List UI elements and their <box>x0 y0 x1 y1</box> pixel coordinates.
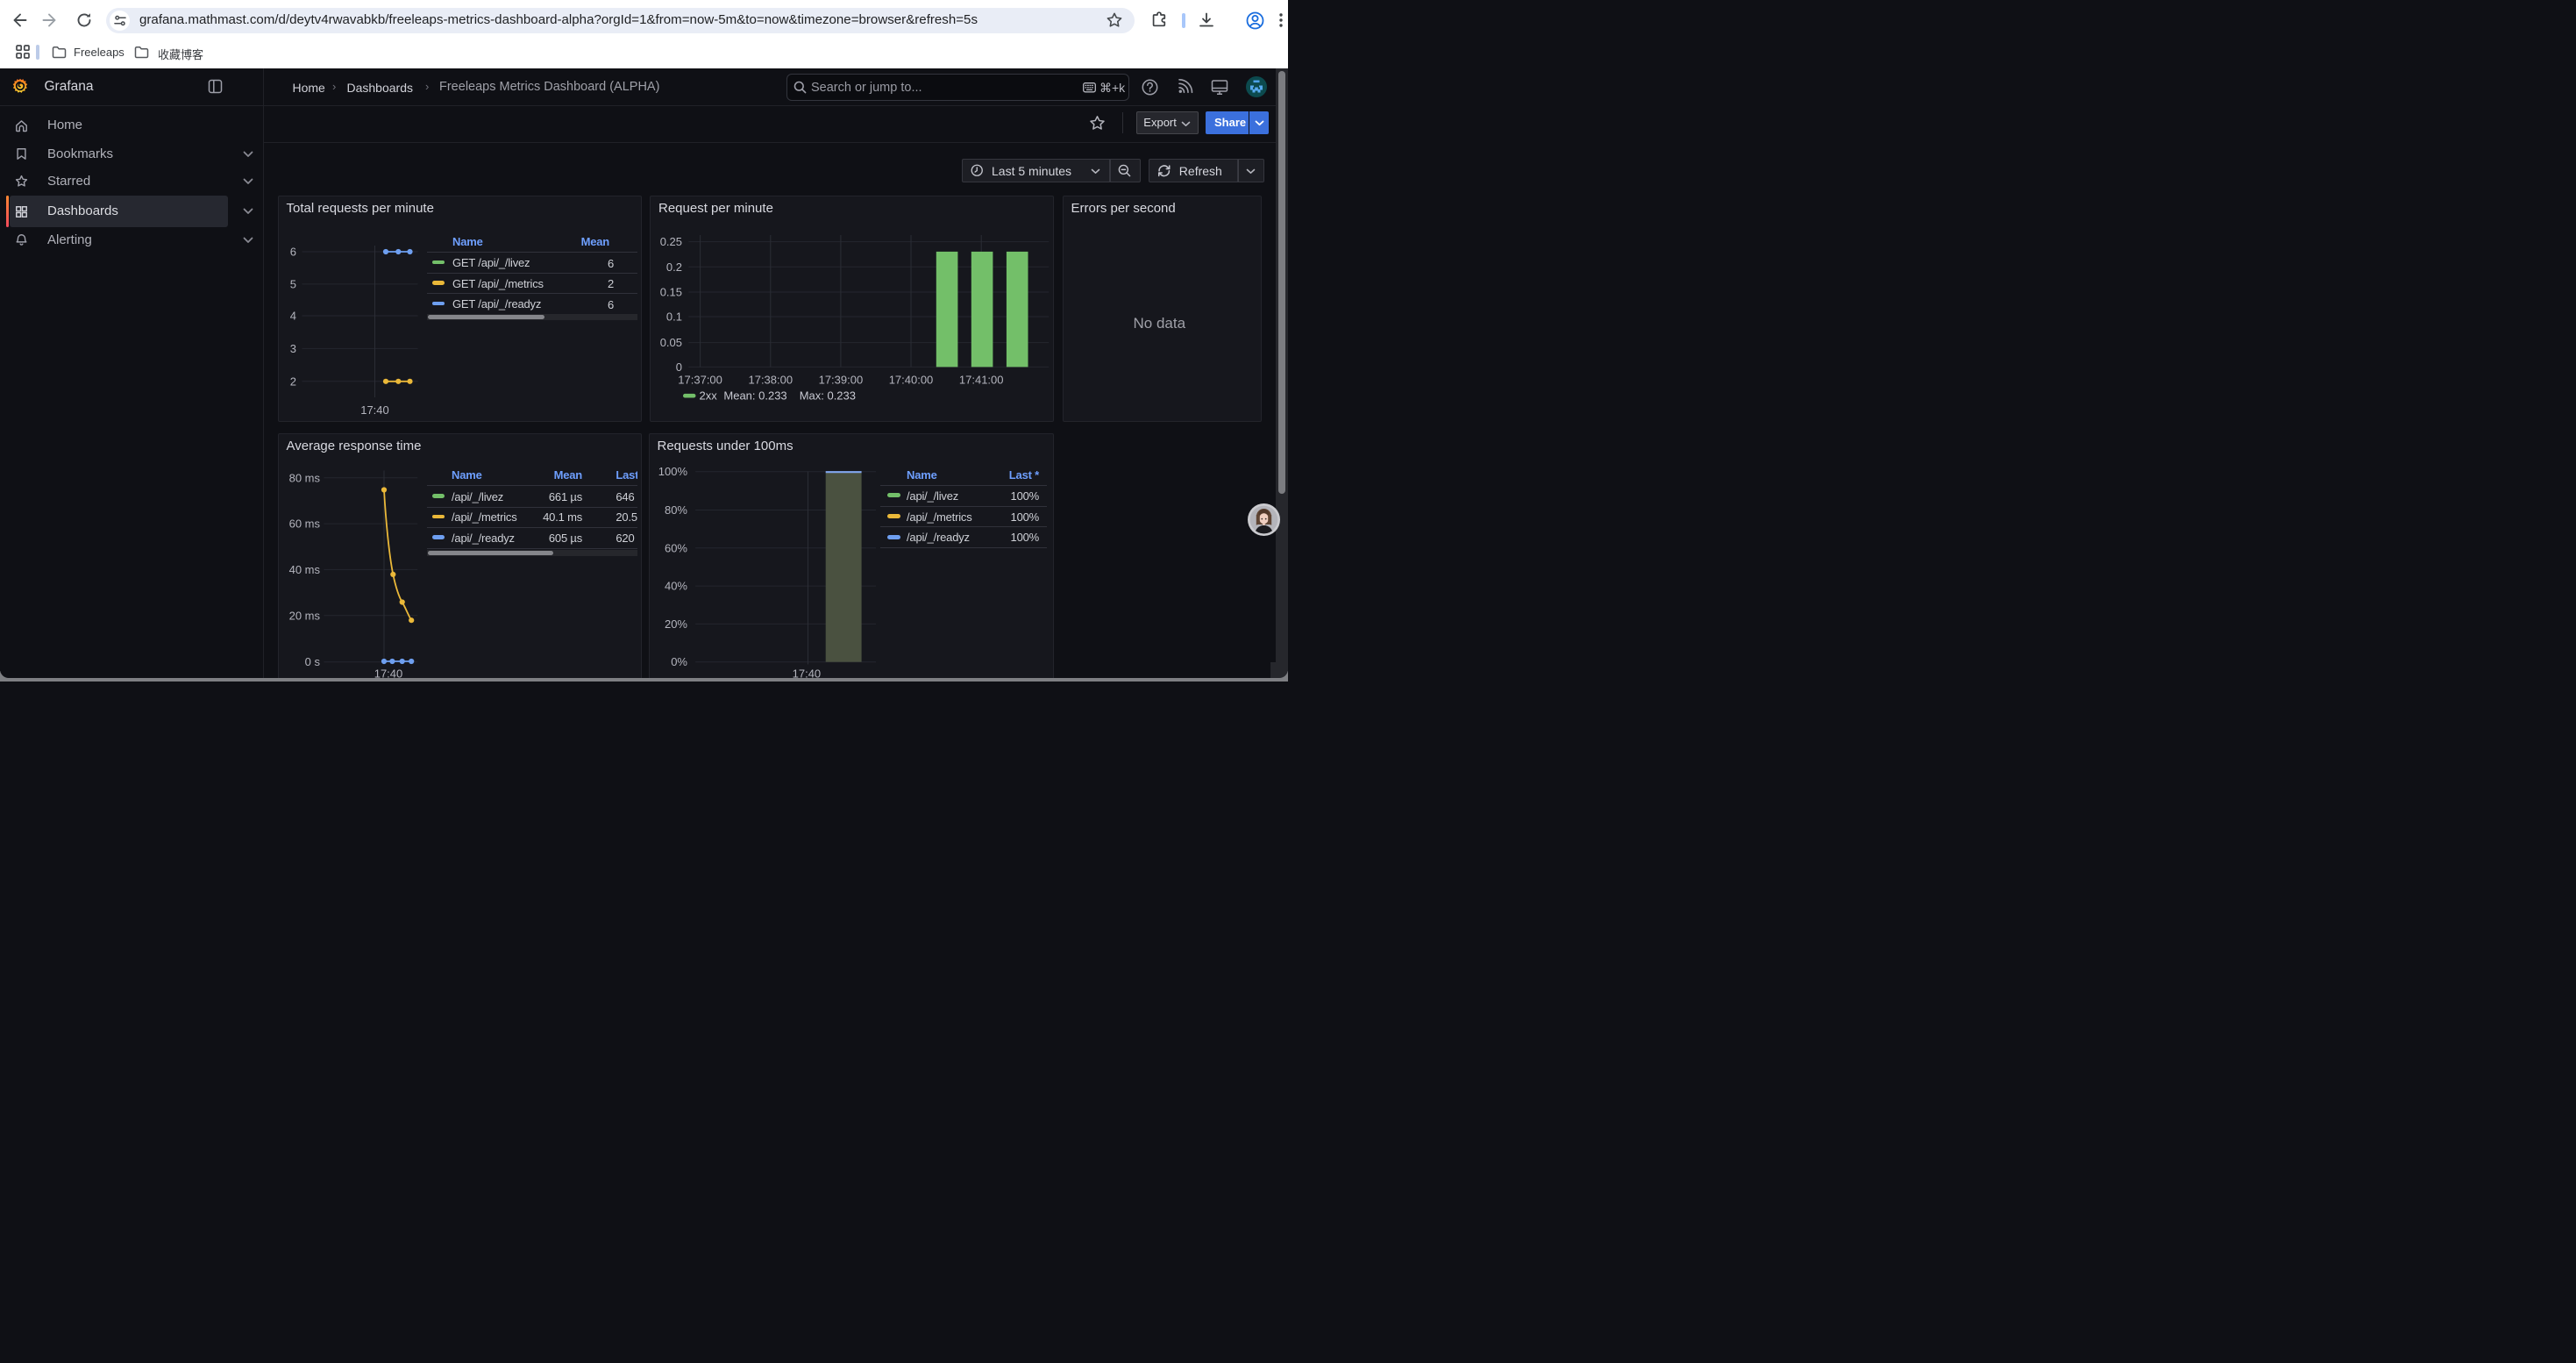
svg-text:4: 4 <box>289 310 295 323</box>
svg-text:40%: 40% <box>664 579 687 592</box>
svg-text:17:41:00: 17:41:00 <box>959 373 1004 386</box>
svg-text:17:37:00: 17:37:00 <box>678 373 722 386</box>
svg-text:0.05: 0.05 <box>660 336 682 349</box>
svg-text:0.2: 0.2 <box>666 260 682 274</box>
svg-text:0.1: 0.1 <box>666 310 682 324</box>
svg-text:Mean: 0.233: Mean: 0.233 <box>723 389 786 403</box>
svg-text:3: 3 <box>289 342 295 355</box>
svg-text:60 ms: 60 ms <box>288 517 320 530</box>
svg-text:17:40:00: 17:40:00 <box>889 373 934 386</box>
svg-text:20 ms: 20 ms <box>288 609 320 622</box>
svg-text:17:40: 17:40 <box>360 403 389 417</box>
svg-text:0.25: 0.25 <box>660 235 682 248</box>
svg-text:100%: 100% <box>658 465 687 478</box>
svg-text:Max: 0.233: Max: 0.233 <box>800 389 856 403</box>
svg-text:5: 5 <box>289 277 295 290</box>
svg-text:60%: 60% <box>664 541 687 554</box>
svg-text:80 ms: 80 ms <box>288 471 320 484</box>
svg-text:80%: 80% <box>664 503 687 517</box>
svg-text:6: 6 <box>289 246 295 259</box>
svg-text:0 s: 0 s <box>304 655 320 668</box>
svg-text:20%: 20% <box>664 617 687 630</box>
svg-text:17:38:00: 17:38:00 <box>748 373 793 386</box>
svg-text:40 ms: 40 ms <box>288 562 320 575</box>
svg-text:0%: 0% <box>671 655 687 668</box>
svg-text:0: 0 <box>676 360 682 374</box>
svg-text:2: 2 <box>289 375 295 388</box>
svg-text:17:39:00: 17:39:00 <box>819 373 864 386</box>
svg-text:2xx: 2xx <box>700 389 718 403</box>
svg-text:0.15: 0.15 <box>660 286 682 299</box>
